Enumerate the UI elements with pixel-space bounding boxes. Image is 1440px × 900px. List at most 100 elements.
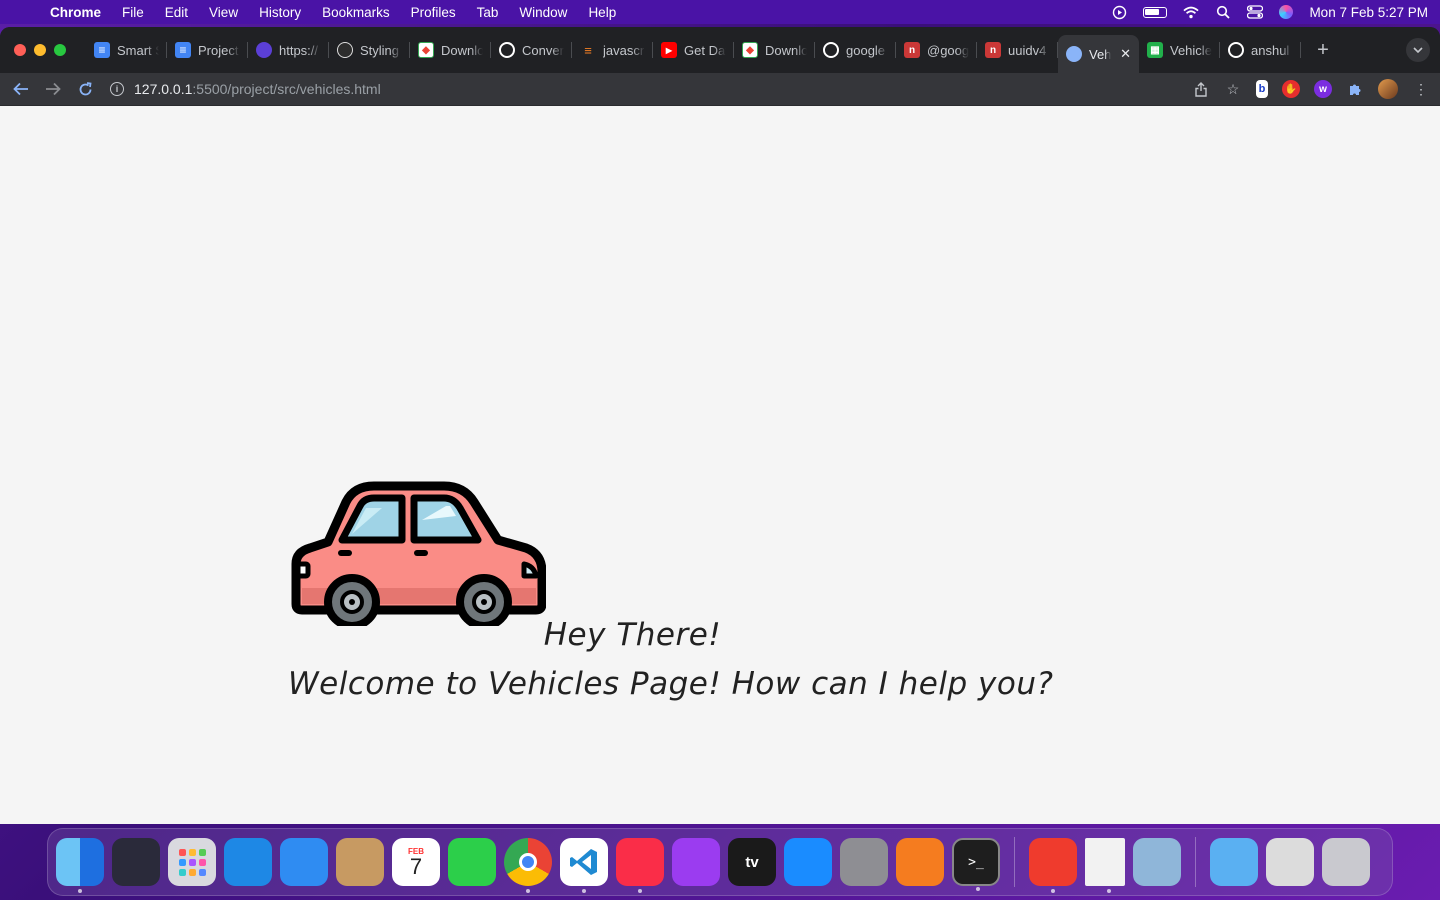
browser-toolbar: i 127.0.0.1:5500/project/src/vehicles.ht… bbox=[0, 73, 1440, 106]
tab[interactable]: ▦ Vehicle bbox=[1139, 33, 1220, 67]
chrome-icon[interactable] bbox=[504, 838, 552, 893]
new-tab-button[interactable]: + bbox=[1309, 36, 1337, 64]
tab[interactable]: Convert bbox=[491, 33, 572, 67]
share-icon[interactable] bbox=[1192, 80, 1210, 98]
site-info-icon[interactable]: i bbox=[110, 82, 124, 96]
facetime-icon[interactable] bbox=[448, 838, 496, 886]
youtube-icon: ▶ bbox=[661, 42, 677, 58]
appletv-label: tv bbox=[745, 853, 759, 871]
siri-icon[interactable] bbox=[1279, 5, 1294, 19]
siri-icon[interactable] bbox=[112, 838, 160, 886]
anydesk-icon[interactable] bbox=[1029, 838, 1077, 893]
launchpad-icon[interactable] bbox=[168, 838, 216, 886]
menu-history[interactable]: History bbox=[259, 5, 301, 20]
tab[interactable]: Styling bbox=[329, 33, 410, 67]
chrome-menu-kebab-icon[interactable]: ⋮ bbox=[1412, 80, 1430, 98]
forward-arrow-icon[interactable] bbox=[42, 78, 64, 100]
minimize-window-button[interactable] bbox=[34, 44, 46, 56]
tab[interactable]: https:// bbox=[248, 33, 329, 67]
window-controls bbox=[14, 44, 66, 56]
tab[interactable]: ▶ Get Data bbox=[653, 33, 734, 67]
running-indicator bbox=[582, 889, 586, 893]
contacts-icon[interactable] bbox=[336, 838, 384, 886]
applications-folder-icon[interactable] bbox=[1210, 838, 1258, 886]
dock-separator bbox=[1014, 837, 1015, 887]
tab-title: javascript bbox=[603, 42, 645, 58]
podcasts-icon[interactable] bbox=[672, 838, 720, 886]
close-tab-icon[interactable]: ✕ bbox=[1120, 46, 1131, 62]
menu-window[interactable]: Window bbox=[519, 5, 567, 20]
tab-title: Convert bbox=[522, 42, 564, 58]
zoom-window-button[interactable] bbox=[54, 44, 66, 56]
tab-list: ≡ Smart S ≡ Project https:// Styling ◆ Download… bbox=[86, 27, 1301, 73]
menu-profiles[interactable]: Profiles bbox=[411, 5, 456, 20]
trash-icon[interactable] bbox=[1322, 838, 1370, 886]
tab[interactable]: google bbox=[815, 33, 896, 67]
tab[interactable]: n uuidv4 bbox=[977, 33, 1058, 67]
document-icon[interactable] bbox=[1085, 838, 1125, 893]
tab-active[interactable]: Veh ✕ bbox=[1058, 35, 1139, 73]
tab[interactable]: ◆ Download bbox=[410, 33, 491, 67]
menu-tab[interactable]: Tab bbox=[477, 5, 499, 20]
music-icon[interactable] bbox=[616, 838, 664, 893]
menu-file[interactable]: File bbox=[122, 5, 144, 20]
safari-icon[interactable] bbox=[224, 838, 272, 886]
menubar-datetime[interactable]: Mon 7 Feb 5:27 PM bbox=[1309, 5, 1428, 20]
reload-icon[interactable] bbox=[74, 78, 96, 100]
github-icon bbox=[1228, 42, 1244, 58]
bookmark-star-icon[interactable]: ☆ bbox=[1224, 80, 1242, 98]
vscode-icon[interactable] bbox=[560, 838, 608, 893]
tab-title: anshul bbox=[1251, 42, 1290, 58]
tab-strip: ≡ Smart S ≡ Project https:// Styling ◆ Download… bbox=[0, 27, 1440, 73]
appstore-icon[interactable] bbox=[784, 838, 832, 886]
finder-icon[interactable] bbox=[56, 838, 104, 893]
screen-record-icon[interactable] bbox=[1111, 5, 1127, 19]
back-arrow-icon[interactable] bbox=[10, 78, 32, 100]
tab[interactable]: n @goog bbox=[896, 33, 977, 67]
extension-purple-icon[interactable]: w bbox=[1314, 80, 1332, 98]
running-indicator bbox=[976, 887, 980, 891]
google-docs-icon: ≡ bbox=[175, 42, 191, 58]
chrome-window: ≡ Smart S ≡ Project https:// Styling ◆ Download… bbox=[0, 27, 1440, 824]
terminal-icon[interactable]: >_ bbox=[952, 838, 1000, 891]
menu-app-name[interactable]: Chrome bbox=[50, 5, 101, 20]
spotlight-search-icon[interactable] bbox=[1215, 5, 1231, 19]
mail-icon[interactable] bbox=[280, 838, 328, 886]
menu-bookmarks[interactable]: Bookmarks bbox=[322, 5, 390, 20]
downloads-stack-icon[interactable] bbox=[1266, 838, 1314, 886]
tab-title: Download bbox=[765, 42, 807, 58]
tab[interactable]: ≡ Project bbox=[167, 33, 248, 67]
preview-icon[interactable] bbox=[1133, 838, 1181, 886]
npm-icon: n bbox=[904, 42, 920, 58]
address-bar[interactable]: i 127.0.0.1:5500/project/src/vehicles.ht… bbox=[106, 75, 1192, 103]
extension-bitwarden-icon[interactable]: b bbox=[1256, 80, 1268, 98]
tab-title: https:// bbox=[279, 42, 319, 58]
system-preferences-icon[interactable] bbox=[840, 838, 888, 886]
tab[interactable]: ◆ Download bbox=[734, 33, 815, 67]
tab-title: @goog bbox=[927, 42, 969, 58]
control-center-icon[interactable] bbox=[1247, 5, 1264, 19]
menu-help[interactable]: Help bbox=[588, 5, 616, 20]
tab[interactable]: anshul bbox=[1220, 33, 1301, 67]
profile-avatar[interactable] bbox=[1378, 79, 1398, 99]
tab-title: Styling bbox=[360, 42, 400, 58]
tab[interactable]: ≡ javascript bbox=[572, 33, 653, 67]
toolbar-actions: ☆ b ✋ w ⋮ bbox=[1192, 79, 1430, 99]
download-site-icon: ◆ bbox=[742, 42, 758, 58]
battery-icon[interactable] bbox=[1143, 6, 1168, 18]
google-docs-icon: ≡ bbox=[94, 42, 110, 58]
menu-edit[interactable]: Edit bbox=[165, 5, 188, 20]
github-icon bbox=[499, 42, 515, 58]
menu-view[interactable]: View bbox=[209, 5, 238, 20]
tab[interactable]: ≡ Smart S bbox=[86, 33, 167, 67]
pages-icon[interactable] bbox=[896, 838, 944, 886]
extensions-puzzle-icon[interactable] bbox=[1346, 80, 1364, 98]
tab-title: Veh bbox=[1089, 46, 1112, 62]
extension-red-icon[interactable]: ✋ bbox=[1282, 80, 1300, 98]
wifi-icon[interactable] bbox=[1183, 5, 1200, 19]
appletv-icon[interactable]: tv bbox=[728, 838, 776, 886]
close-window-button[interactable] bbox=[14, 44, 26, 56]
tab-search-chevron-icon[interactable] bbox=[1406, 38, 1430, 62]
tab-title: Get Data bbox=[684, 42, 726, 58]
calendar-icon[interactable]: FEB 7 bbox=[392, 838, 440, 886]
